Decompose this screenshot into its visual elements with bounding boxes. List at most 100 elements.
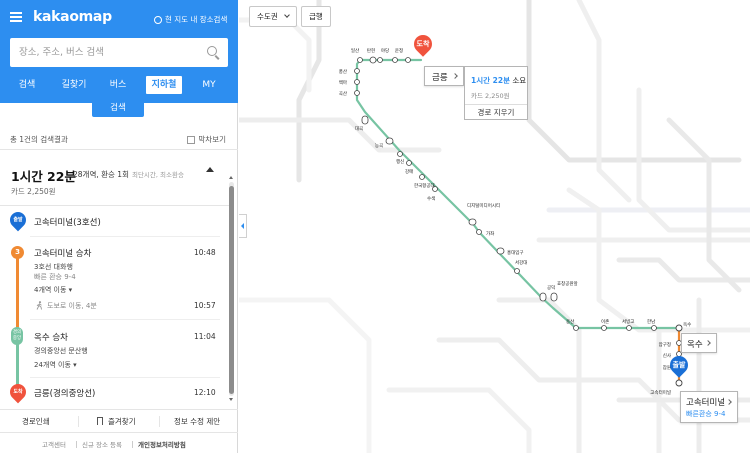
route-summary[interactable]: 1시간 22분 28개역, 환승 1회 최단시간, 최소환승 카드 2,250원 xyxy=(0,150,230,206)
route-info: 28개역, 환승 1회 최단시간, 최소환승 xyxy=(73,169,184,180)
station-label: 탄현 xyxy=(367,47,375,54)
station-label: 이촌 xyxy=(601,318,609,325)
tab-bus[interactable]: 버스 xyxy=(104,76,132,94)
transfer-callout[interactable]: 옥수 xyxy=(681,333,717,353)
board1-stops-toggle[interactable]: 4개역 이동 ▾ xyxy=(34,285,72,295)
logo[interactable]: kakaomap xyxy=(33,9,112,25)
station-marker xyxy=(468,218,477,226)
collapse-panel-button[interactable] xyxy=(239,214,247,238)
side-panel: kakaomap 현 지도 내 장소검색 검색 길찾기 버스 지하철 MY 검색… xyxy=(0,0,238,453)
route-fare: 카드 2,250원 xyxy=(11,187,56,196)
route-steps: 출발 고속터미널(3호선) 3 고속터미널 승차 10:48 3호선 대화행 빠… xyxy=(0,206,230,406)
station-marker xyxy=(354,90,360,96)
region-select[interactable]: 수도권 xyxy=(249,6,297,27)
favorite-label: 즐겨찾기 xyxy=(108,417,136,426)
tab-directions[interactable]: 길찾기 xyxy=(56,76,92,94)
station-label: 서강대 xyxy=(515,259,527,266)
station-marker xyxy=(539,292,547,302)
station-label: 고속터미널 xyxy=(650,389,671,396)
station-label: 공덕 xyxy=(547,284,555,291)
scrollbar[interactable] xyxy=(229,182,234,396)
end-time: 12:10 xyxy=(194,388,216,397)
station-label: 디지털미디어시티 xyxy=(467,202,500,209)
search-input[interactable] xyxy=(19,38,204,67)
station-marker xyxy=(550,292,558,302)
station-label: 풍산 xyxy=(339,68,347,75)
station-marker xyxy=(626,325,632,331)
tab-my[interactable]: MY xyxy=(196,76,222,94)
start-pin-icon: 출발 xyxy=(6,208,30,232)
gyeongui-badge: 경의중앙 xyxy=(11,327,23,345)
station-marker xyxy=(651,325,657,331)
station-marker xyxy=(573,325,579,331)
station-label: 일산 xyxy=(351,47,359,54)
menu-icon[interactable] xyxy=(10,12,22,22)
station-label: 행신 xyxy=(396,158,404,165)
chevron-right-icon xyxy=(726,399,732,405)
chevron-right-icon xyxy=(705,340,711,346)
board1-line: 3호선 대화행 xyxy=(34,263,73,271)
separator xyxy=(76,441,77,448)
route-info-box: 1시간 22분 소요 카드 2,250원 경로 지우기 xyxy=(464,66,528,120)
collapse-caret-icon[interactable] xyxy=(206,167,214,172)
board2-stops: 24개역 이동 xyxy=(34,361,71,369)
new-place-link[interactable]: 신규 장소 등록 xyxy=(82,439,122,449)
transfer-callout-label: 옥수 xyxy=(687,340,703,350)
scrollbar-thumb[interactable] xyxy=(229,186,234,394)
service-center-link[interactable]: 고객센터 xyxy=(42,439,66,449)
station-label: 옥수 xyxy=(683,322,691,328)
favorite-button[interactable]: 즐겨찾기 xyxy=(97,416,136,427)
origin-pin-label: 출발 xyxy=(672,361,686,369)
clear-route-button[interactable]: 경로 지우기 xyxy=(465,104,527,120)
subway-search-button[interactable]: 검색 xyxy=(92,100,144,117)
nav-tabs: 검색 길찾기 버스 지하철 MY xyxy=(0,76,238,96)
divider xyxy=(30,236,220,237)
footer: 고객센터 신규 장소 등록 개인정보처리방침 xyxy=(0,436,238,453)
station-label: 대곡 xyxy=(355,125,363,132)
station-marker xyxy=(496,247,505,255)
board1-transfer: 빠른 환승 9-4 xyxy=(34,273,76,281)
last-train-toggle[interactable]: 막차보기 xyxy=(187,134,226,145)
station-marker xyxy=(514,268,520,274)
privacy-link[interactable]: 개인정보처리방침 xyxy=(138,439,186,449)
route-stats: 28개역, 환승 1회 xyxy=(73,170,129,179)
station-label: 강매 xyxy=(405,168,413,175)
divider xyxy=(30,319,220,320)
suggest-edit-button[interactable]: 정보 수정 제안 xyxy=(174,416,220,427)
end-station: 금릉(경의중앙선) xyxy=(34,389,96,399)
start-badge: 출발 xyxy=(13,217,23,223)
station-label: 곡산 xyxy=(339,90,347,97)
board2-time: 11:04 xyxy=(194,332,216,341)
nearby-search-button[interactable]: 현 지도 내 장소검색 xyxy=(154,14,227,25)
scroll-up-arrow[interactable] xyxy=(229,176,233,179)
search-box xyxy=(10,38,228,67)
checkbox[interactable] xyxy=(187,135,196,144)
station-marker xyxy=(675,379,683,387)
print-route-button[interactable]: 경로인쇄 xyxy=(22,416,50,427)
walk-icon xyxy=(36,301,42,310)
route-criteria: 최단시간, 최소환승 xyxy=(131,171,184,179)
scroll-down-arrow[interactable] xyxy=(229,398,233,401)
origin-callout[interactable]: 고속터미널 빠른환승 9-4 xyxy=(680,391,738,423)
board2-line: 경의중앙선 문산행 xyxy=(34,347,88,355)
search-icon[interactable] xyxy=(207,46,217,56)
info-time-suffix: 소요 xyxy=(512,76,527,85)
station-label: 수색 xyxy=(427,195,435,202)
board2-stops-toggle[interactable]: 24개역 이동 ▾ xyxy=(34,360,77,370)
tab-search[interactable]: 검색 xyxy=(12,76,42,94)
station-label: 가좌 xyxy=(486,230,494,237)
board1-time: 10:48 xyxy=(194,248,216,257)
destination-pin-label: 도착 xyxy=(416,40,430,48)
tab-subway[interactable]: 지하철 xyxy=(146,76,182,94)
separator xyxy=(132,441,133,448)
total-time: 1시간 22분 xyxy=(11,169,76,184)
walk-time: 10:57 xyxy=(194,301,216,310)
station-label: 한남 xyxy=(647,318,655,325)
destination-callout[interactable]: 금릉 xyxy=(424,66,464,86)
last-train-button[interactable]: 급행 xyxy=(301,6,331,27)
info-fare: 카드 2,250원 xyxy=(471,92,510,100)
station-marker xyxy=(419,174,425,180)
station-marker xyxy=(601,325,607,331)
origin-callout-label: 고속터미널 xyxy=(686,398,726,408)
board2-title: 옥수 승차 xyxy=(34,333,68,343)
